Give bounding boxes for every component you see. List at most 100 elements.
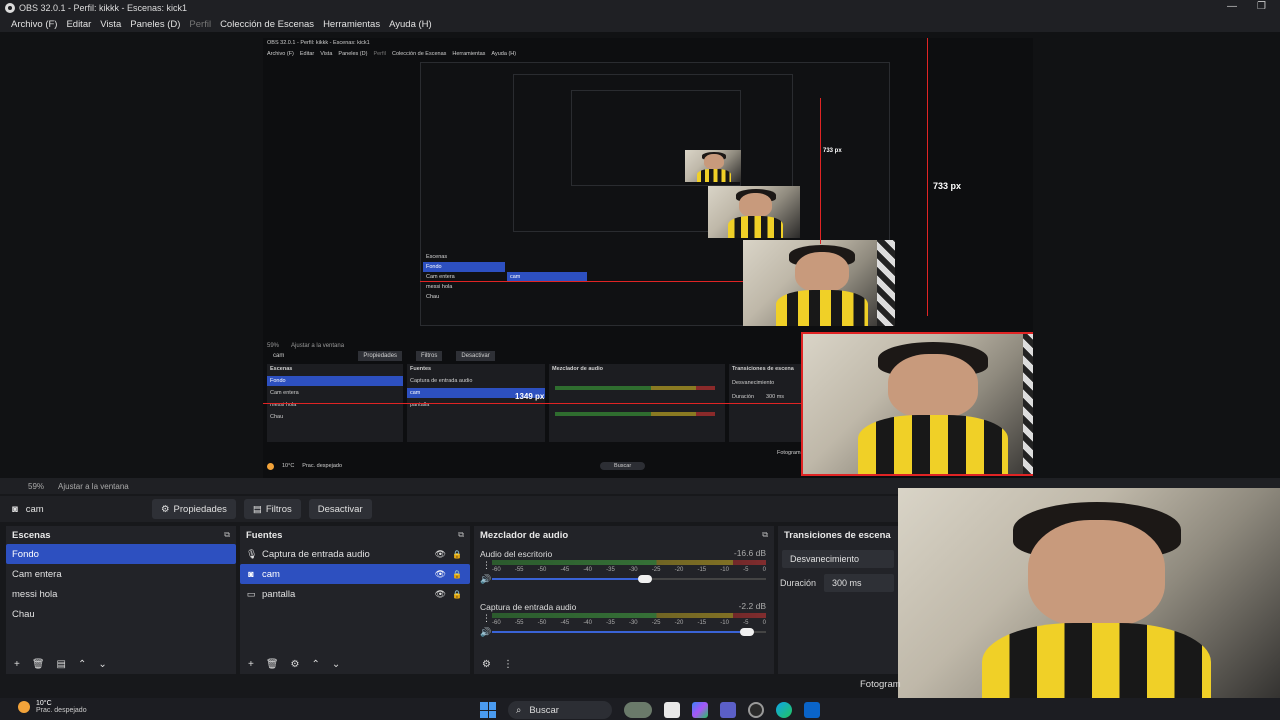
eye-icon[interactable]: 👁 bbox=[435, 549, 446, 560]
sources-dock: Fuentes ⧉ 🎙 Captura de entrada audio 👁 🔒… bbox=[240, 526, 470, 674]
tick-label: -5 bbox=[743, 620, 749, 626]
toolbar-source: ◙ cam bbox=[12, 504, 152, 515]
scene-item-messi-hola[interactable]: messi hola bbox=[6, 584, 236, 604]
preview-canvas[interactable]: OBS 32.0.1 - Perfil: kikkk - Escenas: ki… bbox=[0, 32, 1280, 478]
menu-coleccion-escenas[interactable]: Colección de Escenas bbox=[220, 19, 314, 30]
menu-archivo[interactable]: Archivo (F) bbox=[11, 19, 57, 30]
mini-scenes-header: Escenas bbox=[426, 254, 448, 260]
menu-herramientas[interactable]: Herramientas bbox=[323, 19, 380, 30]
source-item-label: cam bbox=[262, 568, 280, 580]
weather-widget[interactable]: 10°C Prac. despejado bbox=[18, 700, 87, 714]
inner-toolbar: cam Propiedades Filtros Desactivar bbox=[267, 348, 801, 364]
properties-button[interactable]: ⚙ Propiedades bbox=[152, 499, 236, 519]
add-icon[interactable]: + bbox=[14, 659, 20, 670]
lock-icon[interactable]: 🔒 bbox=[452, 570, 462, 579]
volume-knob[interactable] bbox=[638, 575, 653, 583]
menu-editar[interactable]: Editar bbox=[66, 19, 91, 30]
menu-bar: Archivo (F) Editar Vista Paneles (D) Per… bbox=[0, 16, 1280, 32]
menu-ayuda[interactable]: Ayuda (H) bbox=[389, 19, 432, 30]
sources-dock-header: Fuentes ⧉ bbox=[240, 526, 470, 544]
more-options-icon[interactable]: ⋮ bbox=[503, 659, 513, 670]
inner-scene-messi-hola: messi hola bbox=[270, 402, 297, 408]
undock-icon[interactable]: ⧉ bbox=[224, 530, 230, 540]
menu-paneles[interactable]: Paneles (D) bbox=[130, 19, 180, 30]
tick-label: -30 bbox=[628, 567, 638, 573]
volume-meter bbox=[492, 560, 766, 565]
volume-knob[interactable] bbox=[739, 628, 754, 636]
arrow-down-icon[interactable]: ⌄ bbox=[98, 659, 106, 670]
menu-vista[interactable]: Vista bbox=[100, 19, 121, 30]
arrow-down-icon[interactable]: ⌄ bbox=[332, 659, 340, 670]
scene-item-cam-entera[interactable]: Cam entera bbox=[6, 564, 236, 584]
minimize-button[interactable]: — bbox=[1227, 1, 1237, 12]
scenes-title: Escenas bbox=[12, 529, 51, 541]
eye-icon[interactable]: 👁 bbox=[435, 589, 446, 600]
more-options-icon[interactable]: ⋮ bbox=[482, 613, 491, 624]
lock-icon[interactable]: 🔒 bbox=[452, 550, 462, 559]
mini-scene-chau: Chau bbox=[426, 294, 440, 300]
transitions-dock-header: Transiciones de escena bbox=[778, 526, 898, 544]
inner-menu-coleccion: Colección de Escenas bbox=[391, 51, 447, 57]
teams-icon[interactable] bbox=[720, 702, 736, 718]
scene-item-fondo[interactable]: Fondo bbox=[6, 544, 236, 564]
deactivate-button[interactable]: Desactivar bbox=[308, 499, 372, 519]
windows-start-icon[interactable] bbox=[480, 702, 496, 718]
source-item-label: pantalla bbox=[262, 588, 296, 600]
arrow-up-icon[interactable]: ⌃ bbox=[78, 659, 86, 670]
volume-slider[interactable] bbox=[492, 628, 766, 636]
inner-meter-1 bbox=[555, 386, 715, 390]
source-item-cam[interactable]: ◙ cam 👁 🔒 bbox=[240, 564, 470, 584]
add-icon[interactable]: + bbox=[248, 659, 254, 670]
trash-icon[interactable]: 🗑 bbox=[266, 659, 279, 670]
gear-icon[interactable]: ⚙ bbox=[291, 659, 300, 670]
scene-item-chau[interactable]: Chau bbox=[6, 604, 236, 624]
inner-duration-value: 300 ms bbox=[766, 394, 785, 400]
mini-scene-fondo: Fondo bbox=[423, 262, 505, 272]
measure-line-inner-horizontal bbox=[420, 281, 743, 282]
inner-menu-herramientas: Herramientas bbox=[452, 51, 486, 57]
inner-scenes-header: Escenas bbox=[270, 366, 293, 372]
source-item-pantalla[interactable]: ▭ pantalla 👁 🔒 bbox=[240, 584, 470, 604]
mixer-track-mic: Captura de entrada audio -2.2 dB ⋮ -60 -… bbox=[480, 601, 766, 649]
measure-label-horizontal: 1349 px bbox=[515, 392, 545, 401]
maximize-button[interactable]: ❐ bbox=[1257, 1, 1266, 12]
more-options-icon[interactable]: ⋮ bbox=[482, 560, 491, 571]
copilot-icon[interactable] bbox=[692, 702, 708, 718]
edge-icon[interactable] bbox=[776, 702, 792, 718]
trash-icon[interactable]: 🗑 bbox=[32, 659, 45, 670]
calendar-app-icon[interactable] bbox=[664, 702, 680, 718]
inner-source-pantalla: pantalla bbox=[410, 402, 430, 408]
landscape-widget-icon[interactable] bbox=[624, 702, 652, 718]
inner-weather-temp: 10°C bbox=[282, 463, 295, 469]
lock-icon[interactable]: 🔒 bbox=[452, 590, 462, 599]
menu-perfil[interactable]: Perfil bbox=[189, 19, 211, 30]
duration-input[interactable]: 300 ms bbox=[824, 574, 894, 592]
advanced-audio-icon[interactable]: ⚙ bbox=[482, 659, 491, 670]
undock-icon[interactable]: ⧉ bbox=[458, 530, 464, 540]
filters-button[interactable]: ▤ Filtros bbox=[243, 499, 301, 519]
obs-taskbar-icon[interactable] bbox=[748, 702, 764, 718]
transition-select[interactable]: Desvanecimiento bbox=[782, 550, 894, 568]
cam-source-selected[interactable] bbox=[801, 332, 1033, 476]
inner-duration-label: Duración bbox=[732, 394, 755, 400]
tick-label: -45 bbox=[560, 567, 570, 573]
filter-icon[interactable]: ▤ bbox=[57, 659, 66, 670]
undock-icon[interactable]: ⧉ bbox=[762, 530, 768, 540]
taskbar-search[interactable]: ⌕ Buscar bbox=[508, 701, 612, 719]
speaker-icon[interactable]: 🔊 bbox=[480, 627, 491, 638]
transitions-title: Transiciones de escena bbox=[784, 529, 891, 541]
outlook-icon[interactable] bbox=[804, 702, 820, 718]
arrow-up-icon[interactable]: ⌃ bbox=[312, 659, 320, 670]
zoom-level[interactable]: 59% bbox=[28, 482, 44, 491]
camera-icon: ◙ bbox=[248, 569, 254, 579]
scenes-footer: + 🗑 ▤ ⌃ ⌄ bbox=[14, 659, 107, 670]
source-item-audio[interactable]: 🎙 Captura de entrada audio 👁 🔒 bbox=[240, 544, 470, 564]
speaker-icon[interactable]: 🔊 bbox=[480, 574, 491, 585]
volume-slider[interactable] bbox=[492, 575, 766, 583]
inner-window-title: OBS 32.0.1 - Perfil: kikkk - Escenas: ki… bbox=[267, 40, 370, 46]
mixer-track-desktop: Audio del escritorio -16.6 dB ⋮ -60 -55 … bbox=[480, 548, 766, 596]
filter-icon: ▤ bbox=[252, 503, 262, 515]
eye-icon[interactable]: 👁 bbox=[435, 569, 446, 580]
inner-menu-editar: Editar bbox=[299, 51, 315, 57]
zoom-fit-button[interactable]: Ajustar a la ventana bbox=[58, 482, 129, 491]
